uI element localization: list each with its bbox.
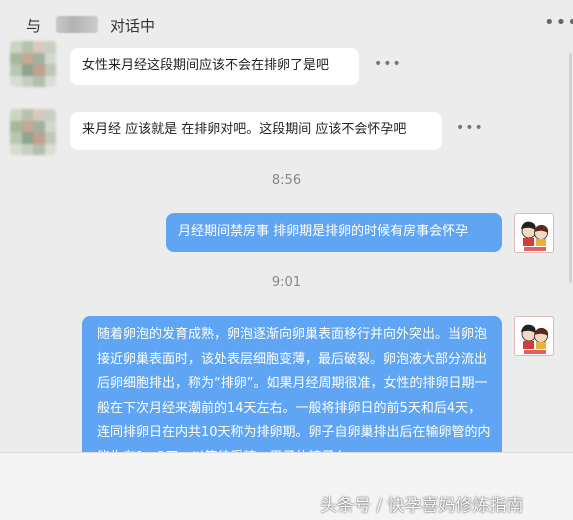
message-more-icon[interactable]: ••• bbox=[374, 56, 402, 72]
message-more-icon[interactable]: ••• bbox=[456, 120, 484, 136]
chat-title-prefix: 与 bbox=[26, 17, 42, 35]
chat-title-status: 对话中 bbox=[110, 17, 156, 35]
message-bubble-outgoing: 随着卵泡的发育成熟，卵泡逐渐向卵巢表面移行并向外突出。当卵泡接近卵巢表面时，该处… bbox=[82, 316, 502, 452]
timestamp: 8:56 bbox=[271, 173, 302, 188]
user-avatar[interactable] bbox=[514, 316, 554, 356]
user-avatar[interactable] bbox=[514, 213, 554, 253]
watermark: 头条号 / 快孕喜妈修炼指南 bbox=[320, 496, 524, 516]
more-options-icon[interactable]: ••• bbox=[544, 12, 573, 33]
contact-name-redacted bbox=[56, 16, 98, 33]
scrollbar[interactable] bbox=[569, 53, 572, 283]
contact-avatar[interactable] bbox=[10, 109, 56, 155]
message-bubble-incoming: 女性来月经这段期间应该不会在排卵了是吧 bbox=[70, 48, 359, 85]
message-bubble-incoming: 来月经 应该就是 在排卵对吧。这段期间 应该不会怀孕吧 bbox=[70, 112, 442, 150]
message-bubble-outgoing: 月经期间禁房事 排卵期是排卵的时候有房事会怀孕 bbox=[166, 213, 502, 252]
contact-avatar[interactable] bbox=[10, 41, 56, 87]
chat-header: 与 对话中 ••• bbox=[0, 0, 573, 50]
timestamp: 9:01 bbox=[271, 275, 302, 290]
